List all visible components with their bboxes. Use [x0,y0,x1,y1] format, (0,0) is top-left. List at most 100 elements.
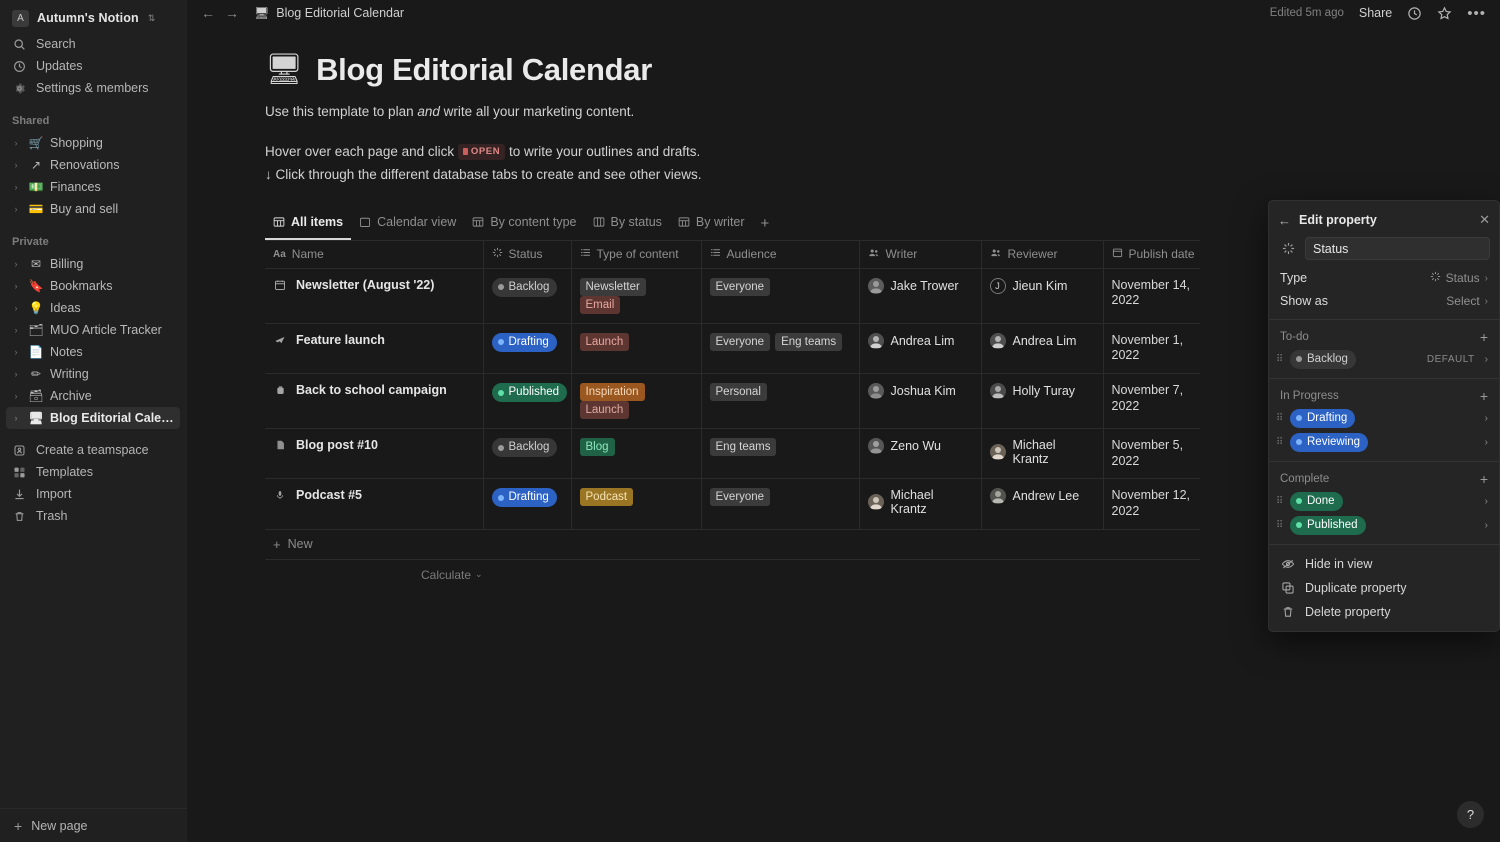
chevron-right-icon[interactable]: › [10,391,22,401]
cell-status[interactable]: Backlog [483,429,571,479]
chevron-right-icon[interactable]: › [10,259,22,269]
property-show-as-row[interactable]: Show as Select › [1269,290,1499,312]
favorite-star-icon[interactable] [1437,6,1452,21]
sidebar-item-updates[interactable]: Updates [6,55,180,77]
status-option-published[interactable]: ⠿ Published › [1269,513,1499,537]
drag-handle-icon[interactable]: ⠿ [1276,414,1285,423]
table-row[interactable]: Blog post #10 Backlog Blog Eng teams [265,429,1200,479]
cell-name[interactable]: Back to school campaign [265,374,483,429]
cell-reviewer[interactable]: Andrea Lim [981,323,1103,373]
table-row[interactable]: Feature launch Drafting Launch EveryoneE… [265,323,1200,373]
cell-publish-date[interactable]: November 1, 2022 [1103,323,1200,373]
sidebar-item-shopping[interactable]: › 🛒 Shopping [6,132,180,154]
sidebar-item-templates[interactable]: Templates [6,461,180,483]
column-header-reviewer[interactable]: Reviewer [981,240,1103,268]
sidebar-item-trash[interactable]: Trash [6,505,180,527]
sidebar-item-import[interactable]: Import [6,483,180,505]
chevron-right-icon[interactable]: › [1485,437,1488,448]
cell-audience[interactable]: EveryoneEng teams [701,323,859,373]
column-header-publish-date[interactable]: Publish date [1103,240,1200,268]
hide-in-view-action[interactable]: Hide in view [1269,552,1499,576]
cell-status[interactable]: Published [483,374,571,429]
sidebar-item-archive[interactable]: › 🗃 Archive [6,385,180,407]
chevron-right-icon[interactable]: › [10,281,22,291]
forward-button[interactable]: → [225,5,239,21]
sidebar-item-finances[interactable]: › 💵 Finances [6,176,180,198]
sidebar-item-settings[interactable]: Settings & members [6,77,180,99]
cell-reviewer[interactable]: Holly Turay [981,374,1103,429]
sidebar-item-ideas[interactable]: › 💡 Ideas [6,297,180,319]
more-options-icon[interactable]: ••• [1467,5,1486,22]
table-row[interactable]: Podcast #5 Drafting Podcast Everyone [265,479,1200,529]
chevron-right-icon[interactable]: › [10,160,22,170]
chevron-right-icon[interactable]: › [10,138,22,148]
cell-publish-date[interactable]: November 14, 2022 [1103,268,1200,323]
close-icon[interactable]: ✕ [1479,212,1490,228]
cell-writer[interactable]: Jake Trower [859,268,981,323]
property-name-input[interactable] [1305,237,1490,260]
cell-writer[interactable]: Michael Krantz [859,479,981,529]
cell-name[interactable]: Podcast #5 [265,479,483,529]
back-arrow-icon[interactable]: ← [1278,213,1291,228]
chevron-right-icon[interactable]: › [10,303,22,313]
cell-status[interactable]: Backlog [483,268,571,323]
sidebar-item-search[interactable]: Search [6,33,180,55]
drag-handle-icon[interactable]: ⠿ [1276,438,1285,447]
cell-audience[interactable]: Everyone [701,268,859,323]
share-button[interactable]: Share [1359,6,1392,20]
sidebar-item-blog-editorial-calendar[interactable]: › 🖥 Blog Editorial Calendar [6,407,180,429]
tab-by-status[interactable]: By status [585,207,670,240]
cell-type-of-content[interactable]: Blog [571,429,701,479]
sidebar-item-muo-article-tracker[interactable]: › 🗂 MUO Article Tracker [6,319,180,341]
column-header-name[interactable]: Aa Name [265,240,483,268]
sidebar-item-bookmarks[interactable]: › 🔖 Bookmarks [6,275,180,297]
add-view-button[interactable]: + [753,215,778,232]
add-option-icon[interactable]: + [1480,472,1488,486]
chevron-right-icon[interactable]: › [1485,413,1488,424]
cell-publish-date[interactable]: November 12, 2022 [1103,479,1200,529]
chevron-right-icon[interactable]: › [1485,520,1488,531]
chevron-right-icon[interactable]: › [1485,354,1488,365]
chevron-right-icon[interactable]: › [10,204,22,214]
cell-name[interactable]: Feature launch [265,323,483,373]
new-row-button[interactable]: + New [265,530,1200,560]
cell-name[interactable]: Newsletter (August '22) [265,268,483,323]
sidebar-item-notes[interactable]: › 📄 Notes [6,341,180,363]
cell-reviewer[interactable]: J Jieun Kim [981,268,1103,323]
sidebar-item-create-teamspace[interactable]: Create a teamspace [6,439,180,461]
cell-writer[interactable]: Joshua Kim [859,374,981,429]
status-option-drafting[interactable]: ⠿ Drafting › [1269,406,1499,430]
status-icon[interactable] [1278,239,1298,259]
cell-type-of-content[interactable]: Launch [571,323,701,373]
back-button[interactable]: ← [201,5,215,21]
help-button[interactable]: ? [1457,801,1484,828]
open-badge[interactable]: OPEN [458,144,505,160]
duplicate-property-action[interactable]: Duplicate property [1269,576,1499,600]
chevron-right-icon[interactable]: › [10,325,22,335]
cell-status[interactable]: Drafting [483,479,571,529]
sidebar-item-buy-and-sell[interactable]: › 💳 Buy and sell [6,198,180,220]
table-row[interactable]: Back to school campaign Published Inspir… [265,374,1200,429]
page-title[interactable]: Blog Editorial Calendar [316,52,652,88]
cell-publish-date[interactable]: November 5, 2022 [1103,429,1200,479]
sidebar-item-renovations[interactable]: › ↗ Renovations [6,154,180,176]
cell-name[interactable]: Blog post #10 [265,429,483,479]
cell-type-of-content[interactable]: NewsletterEmail [571,268,701,323]
cell-writer[interactable]: Zeno Wu [859,429,981,479]
column-header-writer[interactable]: Writer [859,240,981,268]
tab-all-items[interactable]: All items [265,207,351,240]
add-option-icon[interactable]: + [1480,330,1488,344]
cell-type-of-content[interactable]: InspirationLaunch [571,374,701,429]
drag-handle-icon[interactable]: ⠿ [1276,497,1285,506]
chevron-right-icon[interactable]: › [10,413,22,423]
column-header-audience[interactable]: Audience [701,240,859,268]
column-header-status[interactable]: Status [483,240,571,268]
breadcrumb[interactable]: 🖥 Blog Editorial Calendar [249,4,409,22]
cell-writer[interactable]: Andrea Lim [859,323,981,373]
tab-by-writer[interactable]: By writer [670,207,753,240]
workspace-switcher[interactable]: A Autumn's Notion ⇅ [8,5,180,31]
history-clock-icon[interactable] [1407,6,1422,21]
calculate-button[interactable]: Calculate ⌄ [415,565,489,585]
delete-property-action[interactable]: Delete property [1269,600,1499,624]
tab-by-content-type[interactable]: By content type [464,207,584,240]
